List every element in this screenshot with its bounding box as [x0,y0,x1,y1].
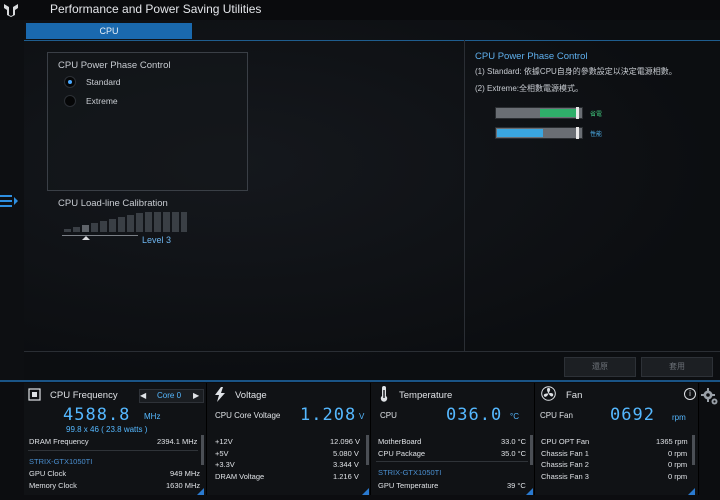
core-prev-icon[interactable]: ◀ [140,391,146,400]
cpu-core-voltage-value: 1.208 [300,405,357,425]
voltage-title: Voltage [235,390,267,401]
voltage-row-label: +5V [215,449,229,458]
fan-title: Fan [566,390,583,401]
info-icon[interactable]: i [684,388,696,400]
cpu-frequency-value: 4588.8 [63,405,131,425]
memory-clock-label: Memory Clock [29,481,77,490]
fan-row-label: Chassis Fan 1 [541,449,589,458]
temperature-row-value: 35.0 °C [501,449,527,458]
llc-slider-thumb [82,236,90,240]
phase-control-box [47,52,248,191]
voltage-row-value: 12.096 V [330,437,361,446]
description-title: CPU Power Phase Control [475,51,588,62]
voltage-row-value: 3.344 V [333,460,359,469]
tab-cpu[interactable]: CPU [26,23,192,39]
scrollbar[interactable] [530,435,533,465]
resize-corner-icon[interactable] [526,488,533,495]
resize-corner-icon[interactable] [197,488,204,495]
scrollbar[interactable] [692,435,695,465]
cpu-frequency-title: CPU Frequency [50,390,118,401]
window-title: Performance and Power Saving Utilities [50,2,262,16]
performance-bar-fill [497,129,543,137]
memory-clock-value: 1630 MHz [166,481,201,490]
power-saving-bar [495,107,583,119]
voltage-row-value: 5.080 V [333,449,359,458]
power-saving-label: 省電 [590,112,603,118]
separator [376,461,528,462]
undo-button[interactable]: 還原 [564,357,636,377]
fan-row-label: Chassis Fan 2 [541,460,589,469]
temperature-row-label: MotherBoard [378,437,422,446]
gpu-clock-value: 949 MHz [170,469,201,478]
llc-title: CPU Load-line Calibration [58,198,168,209]
fan-row-value: 0 rpm [668,460,688,469]
fan-icon [541,386,556,401]
button-row-separator [24,351,720,352]
power-saving-bar-fill [540,109,578,117]
cpu-fan-label: CPU Fan [540,411,573,420]
description-line-1: (1) Standard: 依據CPU自身的參數設定以決定電源相數。 [475,67,677,76]
temperature-title: Temperature [399,390,453,401]
voltage-row-label: +3.3V [215,460,235,469]
gear-icon[interactable] [701,388,719,406]
resize-corner-icon[interactable] [362,488,369,495]
panel-divider [464,40,465,351]
fan-row-label: Chassis Fan 3 [541,472,589,481]
fan-row-value: 0 rpm [668,449,688,458]
tuf-logo-icon [4,4,18,17]
core-selector-value: Core 0 [157,391,182,400]
radio-standard-label: Standard [86,77,121,87]
cpu-temperature-unit: °C [510,412,519,421]
fan-row-value: 1365 rpm [656,437,688,446]
voltage-row-value: 1.216 V [333,472,359,481]
voltage-row-label: DRAM Voltage [215,472,265,481]
dram-frequency-label: DRAM Frequency [29,437,89,446]
cpu-fan-unit: rpm [672,413,686,422]
performance-bar-marker [576,127,579,139]
radio-extreme[interactable] [64,95,76,107]
dram-frequency-value: 2394.1 MHz [157,437,198,446]
llc-level-label: Level 3 [142,235,172,245]
description-line-2: (2) Extreme:全相數電源模式。 [475,84,584,93]
cpu-fan-value: 0692 [610,405,655,425]
separator [28,450,198,451]
cpu-temperature-label: CPU [380,411,397,420]
cpu-core-voltage-label: CPU Core Voltage [215,411,281,420]
temperature-row-value: 33.0 °C [501,437,527,446]
voltage-row-label: +12V [215,437,233,446]
gpu-name: STRIX-GTX1050TI [378,468,442,477]
cpu-core-voltage-unit: V [359,412,365,421]
core-next-icon[interactable]: ▶ [193,391,199,400]
resize-corner-icon[interactable] [688,488,695,495]
power-saving-bar-marker [576,107,579,119]
gpu-clock-label: GPU Clock [29,469,67,478]
cpu-chip-icon [28,388,41,401]
menu-expand-icon[interactable] [0,194,20,208]
scrollbar[interactable] [201,435,204,465]
performance-label: 性能 [590,132,603,138]
radio-standard[interactable] [64,76,76,88]
scrollbar[interactable] [366,435,369,465]
temperature-row-label: CPU Package [378,449,426,458]
cpu-temperature-value: 036.0 [446,405,503,425]
radio-extreme-label: Extreme [86,96,118,106]
cpu-frequency-unit: MHz [144,412,161,421]
performance-bar [495,127,583,139]
fan-row-value: 0 rpm [668,472,688,481]
gpu-temperature-label: GPU Temperature [378,481,439,490]
fan-row-label: CPU OPT Fan [541,437,590,446]
cpu-multiplier: 99.8 x 46 ( 23.8 watts ) [66,425,148,434]
lightning-icon [215,387,225,402]
phase-control-title: CPU Power Phase Control [58,60,171,71]
gpu-name: STRIX-GTX1050TI [29,457,93,466]
thermometer-icon [380,386,388,402]
gpu-temperature-value: 39 °C [507,481,526,490]
apply-button[interactable]: 套用 [641,357,713,377]
